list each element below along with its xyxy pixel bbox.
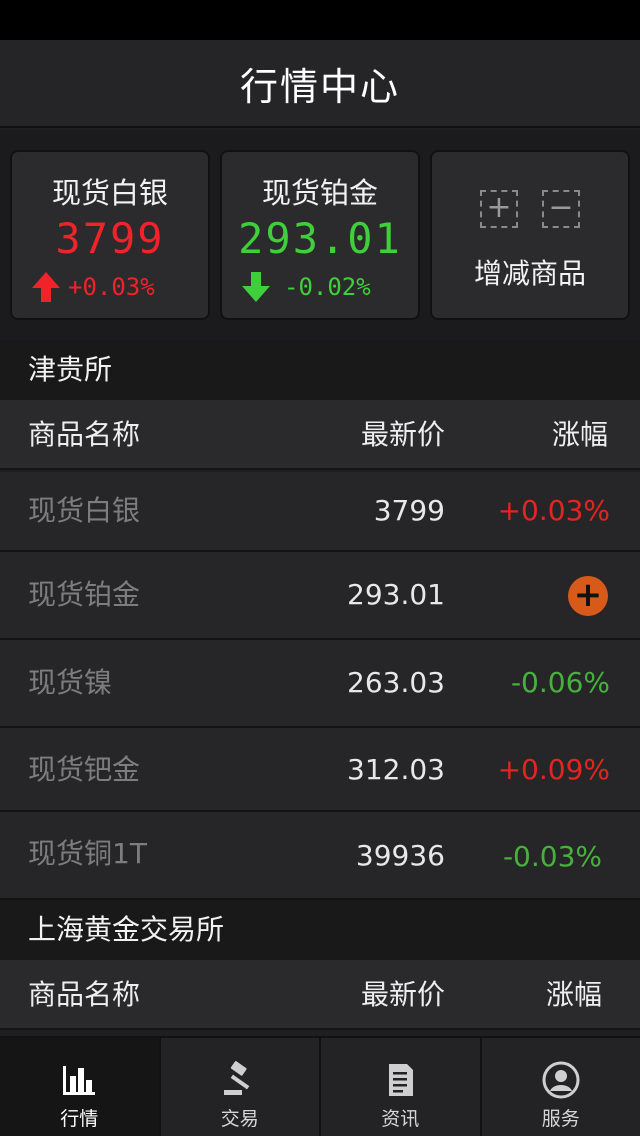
tab-label: 资讯 — [381, 1108, 420, 1130]
tab-market[interactable]: 行情 — [0, 1038, 161, 1136]
card-name: 现货铂金 — [261, 176, 378, 210]
card-change: +0.03% — [32, 270, 202, 304]
table-row[interactable]: 现货镍 263.03 -0.06% — [0, 640, 640, 728]
tab-trade[interactable]: 交易 — [161, 1038, 321, 1136]
gavel-icon — [223, 1061, 250, 1095]
row-change: +0.09% — [497, 753, 610, 786]
table-row[interactable]: 现货铂金 293.01 + — [0, 552, 640, 640]
table-row[interactable]: 现货白银 3799 +0.03% — [0, 472, 640, 552]
quote-card-silver[interactable]: 现货白银 3799 +0.03% — [10, 150, 210, 320]
row-change: -0.03% — [502, 840, 602, 873]
tab-bar: 行情 交易 资讯 服务 — [0, 1036, 640, 1136]
card-price: 3799 — [55, 214, 165, 263]
table-row[interactable]: 现货铜1T 39936 -0.03% — [0, 812, 640, 900]
minus-icon[interactable]: − — [542, 190, 580, 228]
column-header: 商品名称 最新价 涨幅 — [0, 960, 640, 1030]
row-name: 现货白银 — [28, 494, 141, 527]
column-change-header: 涨幅 — [551, 418, 608, 451]
quote-card-platinum[interactable]: 现货铂金 293.01 -0.02% — [220, 150, 420, 320]
row-name: 现货铂金 — [28, 578, 141, 611]
column-name-header: 商品名称 — [28, 418, 141, 451]
edit-products-card[interactable]: + − 增减商品 — [430, 150, 630, 320]
tab-label: 行情 — [60, 1108, 99, 1130]
row-price: 312.03 — [347, 753, 445, 786]
row-price: 3799 — [373, 494, 445, 527]
row-name: 现货铜1T — [28, 837, 147, 870]
row-change: +0.03% — [497, 494, 610, 527]
table-row[interactable]: 现货钯金 312.03 +0.09% — [0, 728, 640, 812]
arrow-down-icon — [242, 272, 270, 302]
row-change: -0.06% — [510, 666, 610, 699]
arrow-up-icon — [32, 272, 60, 302]
plus-circle-icon[interactable]: + — [568, 576, 608, 616]
edit-products-label: 增减商品 — [473, 257, 586, 290]
card-name: 现货白银 — [51, 176, 168, 210]
column-change-header: 涨幅 — [545, 978, 602, 1011]
card-change: -0.02% — [242, 270, 412, 304]
tab-service[interactable]: 服务 — [482, 1038, 640, 1136]
card-change-value: +0.03% — [68, 273, 155, 301]
tab-label: 交易 — [220, 1108, 259, 1130]
document-icon — [389, 1064, 414, 1096]
section-header-sge: 上海黄金交易所 — [0, 900, 640, 960]
column-name-header: 商品名称 — [28, 978, 141, 1011]
tab-label: 服务 — [541, 1108, 580, 1130]
card-price: 293.01 — [238, 214, 402, 263]
navigation-bar: 行情中心 — [0, 40, 640, 128]
row-name: 现货钯金 — [28, 753, 141, 786]
row-name: 现货镍 — [28, 666, 113, 699]
status-bar — [0, 0, 640, 40]
row-price: 39936 — [355, 839, 445, 872]
row-price: 293.01 — [347, 578, 445, 611]
bar-chart-icon — [63, 1066, 96, 1095]
tab-news[interactable]: 资讯 — [321, 1038, 482, 1136]
plus-icon[interactable]: + — [480, 190, 518, 228]
column-header: 商品名称 最新价 涨幅 — [0, 400, 640, 470]
user-icon — [542, 1061, 580, 1099]
page-title: 行情中心 — [239, 64, 400, 109]
column-price-header: 最新价 — [360, 418, 445, 451]
card-change-value: -0.02% — [284, 273, 371, 301]
column-price-header: 最新价 — [360, 978, 445, 1011]
quote-cards: 现货白银 3799 +0.03% 现货铂金 293.01 -0.02% + − … — [0, 130, 640, 340]
row-price: 263.03 — [347, 666, 445, 699]
section-header-tjpme: 津贵所 — [0, 340, 640, 400]
